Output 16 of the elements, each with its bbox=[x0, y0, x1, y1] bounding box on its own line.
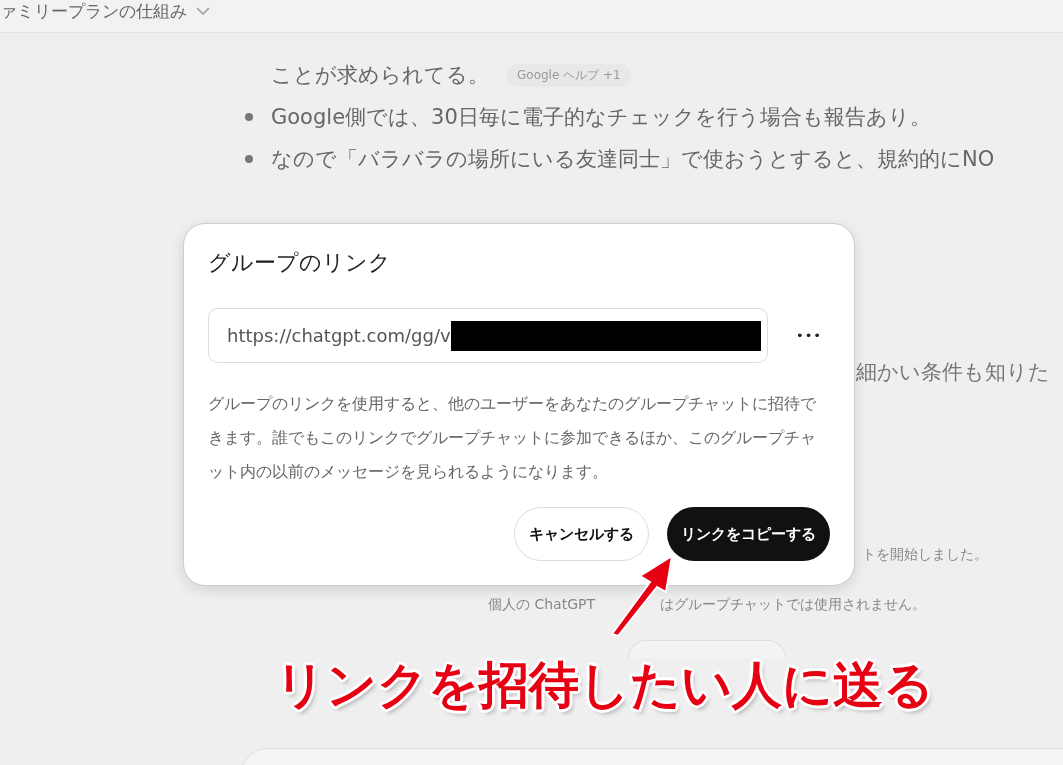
chevron-down-icon[interactable] bbox=[195, 6, 211, 16]
dialog-description: グループのリンクを使用すると、他のユーザーをあなたのグループチャットに招待できます。誰でもこのリンクでグループチャットに参加できるほか、このグループチャット内の以前のメッセージを見られるようになります。 bbox=[208, 394, 817, 483]
section-heading: ァミリープランの仕組み bbox=[0, 0, 187, 23]
copy-link-button[interactable]: リンクをコピーする bbox=[667, 507, 830, 561]
bullet-text: なので「バラバラの場所にいる友達同士」で使おうとすると、規約的にNO bbox=[271, 146, 995, 173]
dialog-title: グループのリンク bbox=[208, 249, 392, 277]
link-field[interactable]: https://chatgpt.com/gg/v bbox=[208, 308, 768, 363]
message-text: 細かい条件も知りた bbox=[856, 359, 1050, 386]
notice-text: はグループチャットでは使用されません。 bbox=[660, 596, 926, 614]
more-button[interactable]: ••• bbox=[788, 328, 830, 343]
bullet-text: Google側では、30日毎に電子的なチェックを行う場合も報告あり。 bbox=[271, 104, 931, 131]
annotation-text: リンクを招待したい人に送る bbox=[275, 655, 934, 716]
notice-text: 個人の ChatGPT bbox=[488, 596, 595, 614]
cancel-button[interactable]: キャンセルする bbox=[514, 507, 649, 561]
notice-text: トを開始しました。 bbox=[862, 546, 988, 564]
bullet-text: ことが求められてる。 bbox=[271, 62, 489, 89]
